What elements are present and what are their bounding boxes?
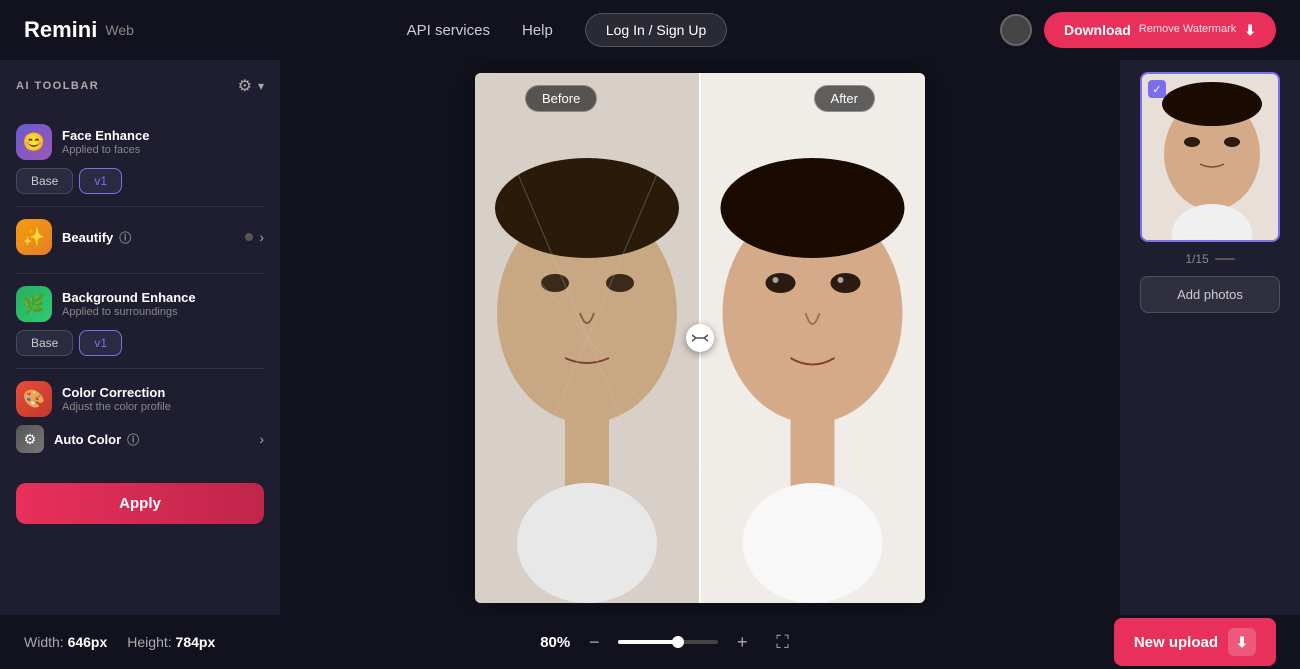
selected-thumbnail[interactable]: ✓ xyxy=(1140,72,1280,242)
zoom-slider[interactable] xyxy=(618,640,718,644)
nav-right: Download Remove Watermark ⬇ xyxy=(1000,12,1276,49)
auto-color-icon: ⚙ xyxy=(16,425,44,453)
main: AI TOOLBAR ⚙ ▾ 😊 Face Enhance Applied to… xyxy=(0,60,1300,615)
gear-icon[interactable]: ⚙ xyxy=(238,76,252,96)
bg-enhance-icon: 🌿 xyxy=(16,286,52,322)
new-upload-button[interactable]: New upload ⬇ xyxy=(1114,618,1276,666)
pagination: 1/15 xyxy=(1185,252,1234,266)
image-compare-container[interactable]: Before After xyxy=(475,73,925,603)
face-enhance-versions: Base v1 xyxy=(16,168,264,194)
zoom-percent: 80% xyxy=(540,634,570,651)
download-label: Download xyxy=(1064,22,1131,39)
label-before: Before xyxy=(525,85,597,112)
add-photos-button[interactable]: Add photos xyxy=(1140,276,1280,313)
auto-color-arrow-icon[interactable]: › xyxy=(259,431,264,447)
login-button[interactable]: Log In / Sign Up xyxy=(585,13,727,47)
tool-beautify: ✨ Beautify ⓘ › xyxy=(16,207,264,274)
bg-enhance-sub: Applied to surroundings xyxy=(62,306,264,318)
nav: API services Help Log In / Sign Up xyxy=(407,13,728,47)
chevron-down-icon[interactable]: ▾ xyxy=(258,79,264,93)
beautify-arrow-icon[interactable]: › xyxy=(259,229,264,245)
face-right xyxy=(700,73,925,603)
width-value: 646px xyxy=(68,634,108,650)
color-correction-sub: Adjust the color profile xyxy=(62,401,264,413)
nav-api-services[interactable]: API services xyxy=(407,22,490,39)
beautify-info-icon[interactable]: ⓘ xyxy=(119,229,131,246)
header: Remini Web API services Help Log In / Si… xyxy=(0,0,1300,60)
nav-help[interactable]: Help xyxy=(522,22,553,39)
tool-header-color: 🎨 Color Correction Adjust the color prof… xyxy=(16,381,264,417)
avatar xyxy=(1000,14,1032,46)
ai-toolbar-label: AI TOOLBAR xyxy=(16,80,99,92)
canvas-area: Before After xyxy=(280,60,1120,615)
color-correction-info: Color Correction Adjust the color profil… xyxy=(62,385,264,413)
auto-color-info-icon[interactable]: ⓘ xyxy=(127,431,139,448)
download-sub-label: Remove Watermark xyxy=(1139,23,1236,36)
bottom-bar: Width: 646px Height: 784px 80% − + ⛶ New… xyxy=(0,615,1300,669)
pagination-dash xyxy=(1215,258,1235,260)
sidebar-header: AI TOOLBAR ⚙ ▾ xyxy=(16,76,264,96)
download-icon: ⬇ xyxy=(1244,22,1256,39)
upload-icon: ⬇ xyxy=(1228,628,1256,656)
tool-color-correction: 🎨 Color Correction Adjust the color prof… xyxy=(16,369,264,471)
height-value: 784px xyxy=(176,634,216,650)
sidebar: AI TOOLBAR ⚙ ▾ 😊 Face Enhance Applied to… xyxy=(0,60,280,615)
bg-enhance-name: Background Enhance xyxy=(62,290,264,305)
auto-color-actions: › xyxy=(259,431,264,447)
face-after-svg xyxy=(700,73,925,603)
beautify-info: Beautify ⓘ xyxy=(62,229,235,246)
height-label: Height: 784px xyxy=(127,634,215,650)
face-before-svg xyxy=(475,73,700,603)
fullscreen-button[interactable]: ⛶ xyxy=(776,632,789,653)
face-enhance-icon: 😊 xyxy=(16,124,52,160)
tool-header-face: 😊 Face Enhance Applied to faces xyxy=(16,124,264,160)
auto-color-info: Auto Color ⓘ xyxy=(54,431,249,448)
face-enhance-info: Face Enhance Applied to faces xyxy=(62,128,264,156)
apply-button[interactable]: Apply xyxy=(16,483,264,524)
logo-remini: Remini xyxy=(24,17,97,43)
zoom-minus-button[interactable]: − xyxy=(580,628,608,656)
width-label: Width: 646px xyxy=(24,634,107,650)
tool-header-beautify: ✨ Beautify ⓘ › xyxy=(16,219,264,255)
face-enhance-v1-btn[interactable]: v1 xyxy=(79,168,122,194)
handle-arrows-icon xyxy=(692,333,708,343)
bg-enhance-info: Background Enhance Applied to surroundin… xyxy=(62,290,264,318)
bg-enhance-base-btn[interactable]: Base xyxy=(16,330,73,356)
face-enhance-name: Face Enhance xyxy=(62,128,264,143)
download-button[interactable]: Download Remove Watermark ⬇ xyxy=(1044,12,1276,49)
beautify-name: Beautify ⓘ xyxy=(62,229,235,246)
tool-bg-enhance: 🌿 Background Enhance Applied to surround… xyxy=(16,274,264,369)
thumb-check-icon: ✓ xyxy=(1148,80,1166,98)
zoom-slider-fill xyxy=(618,640,678,644)
logo: Remini Web xyxy=(24,17,134,43)
new-upload-label: New upload xyxy=(1134,634,1218,651)
face-enhance-base-btn[interactable]: Base xyxy=(16,168,73,194)
beautify-icon: ✨ xyxy=(16,219,52,255)
color-correction-icon: 🎨 xyxy=(16,381,52,417)
zoom-plus-button[interactable]: + xyxy=(728,628,756,656)
label-after: After xyxy=(814,85,875,112)
beautify-actions: › xyxy=(245,229,264,245)
face-left xyxy=(475,73,700,603)
right-panel: ✓ 1/15 Add photos xyxy=(1120,60,1300,615)
sidebar-header-controls: ⚙ ▾ xyxy=(238,76,264,96)
zoom-slider-thumb[interactable] xyxy=(672,636,684,648)
tool-header-bg: 🌿 Background Enhance Applied to surround… xyxy=(16,286,264,322)
thumb-face-image xyxy=(1142,74,1278,240)
color-correction-name: Color Correction xyxy=(62,385,264,400)
face-enhance-sub: Applied to faces xyxy=(62,144,264,156)
thumbnail-svg xyxy=(1142,74,1280,242)
bg-enhance-versions: Base v1 xyxy=(16,330,264,356)
compare-handle[interactable] xyxy=(686,324,714,352)
pagination-text: 1/15 xyxy=(1185,252,1208,266)
auto-color-name: Auto Color ⓘ xyxy=(54,431,249,448)
beautify-dot xyxy=(245,233,253,241)
tool-face-enhance: 😊 Face Enhance Applied to faces Base v1 xyxy=(16,112,264,207)
logo-web: Web xyxy=(105,22,134,38)
bg-enhance-v1-btn[interactable]: v1 xyxy=(79,330,122,356)
zoom-controls: 80% − + ⛶ xyxy=(540,628,789,656)
dimension-info: Width: 646px Height: 784px xyxy=(24,634,215,650)
tool-header-autocolor: ⚙ Auto Color ⓘ › xyxy=(16,425,264,453)
